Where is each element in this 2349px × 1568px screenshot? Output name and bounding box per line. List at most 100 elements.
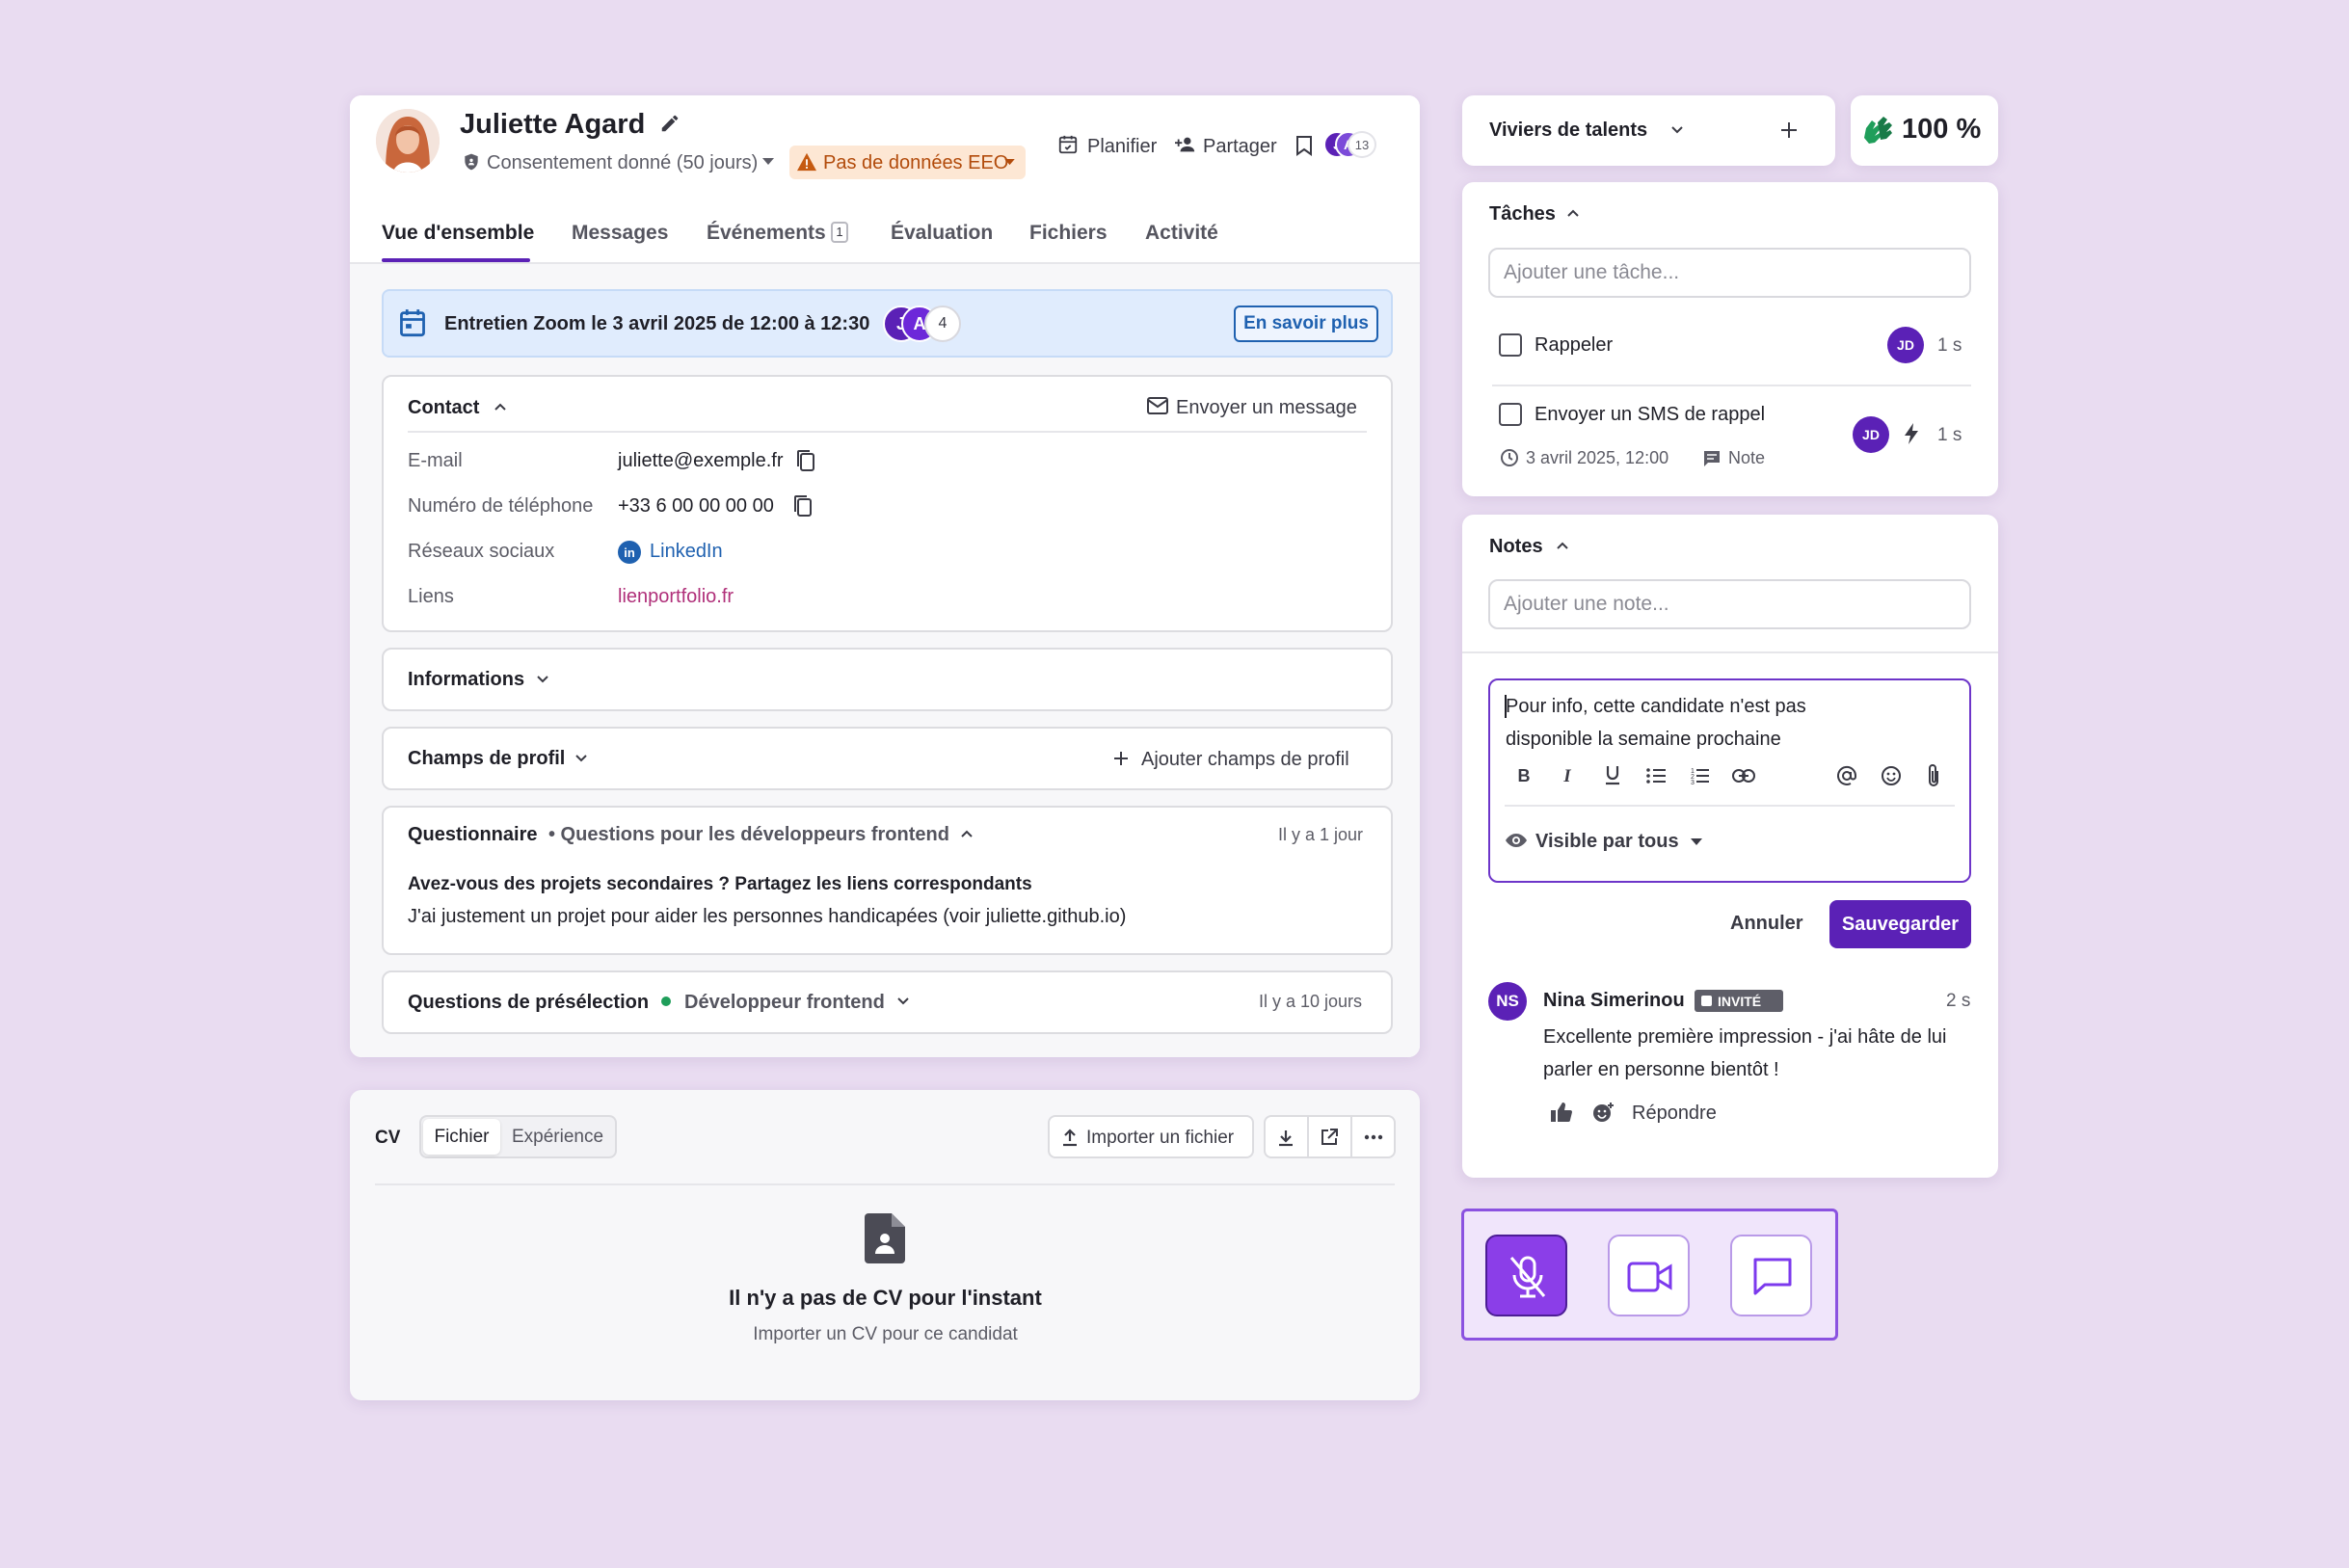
- tab-messages[interactable]: Messages: [572, 222, 668, 245]
- note-draft-line1: Pour info, cette candidate n'est pas: [1506, 696, 1806, 717]
- italic-icon[interactable]: I: [1559, 766, 1576, 785]
- document-icon: [865, 1213, 905, 1263]
- tab-activity[interactable]: Activité: [1145, 222, 1218, 245]
- pencil-icon[interactable]: [659, 113, 681, 134]
- add-note-input[interactable]: Ajouter une note...: [1488, 579, 1971, 629]
- portfolio-link[interactable]: lienportfolio.fr: [618, 587, 734, 606]
- eye-icon: [1505, 833, 1528, 848]
- add-reaction-icon[interactable]: [1592, 1102, 1615, 1123]
- note-draft-line2: disponible la semaine prochaine: [1506, 729, 1781, 750]
- cancel-button[interactable]: Annuler: [1730, 914, 1803, 933]
- video-button[interactable]: [1608, 1235, 1690, 1316]
- bookmark-icon[interactable]: [1295, 135, 1313, 156]
- caret-down-icon: [762, 158, 774, 166]
- copy-icon[interactable]: [796, 449, 815, 472]
- email-value[interactable]: juliette@exemple.fr: [618, 451, 783, 470]
- task-assignee-avatar: JD: [1853, 416, 1889, 453]
- visibility-dropdown[interactable]: Visible par tous: [1505, 829, 1717, 854]
- tab-overview[interactable]: Vue d'ensemble: [382, 222, 534, 245]
- download-icon[interactable]: [1277, 1128, 1295, 1147]
- more-icon[interactable]: [1364, 1134, 1383, 1140]
- tab-events[interactable]: Événements: [707, 222, 826, 245]
- chevron-up-icon[interactable]: [959, 826, 974, 841]
- contact-title[interactable]: Contact: [408, 398, 479, 417]
- paperclip-icon[interactable]: [1926, 763, 1941, 788]
- person-add-icon: [1174, 134, 1197, 155]
- chevron-down-icon[interactable]: [1669, 122, 1685, 138]
- import-file-button[interactable]: Importer un fichier: [1048, 1115, 1254, 1158]
- upload-icon: [1061, 1128, 1079, 1147]
- mic-off-icon: [1507, 1254, 1549, 1300]
- consent-label: Consentement donné (50 jours): [487, 152, 759, 173]
- hands-icon: [1862, 115, 1897, 146]
- chevron-down-icon: [535, 672, 550, 687]
- banner-text: Entretien Zoom le 3 avril 2025 de 12:00 …: [444, 313, 870, 334]
- tab-files[interactable]: Fichiers: [1029, 222, 1108, 245]
- svg-text:3: 3: [1691, 780, 1695, 785]
- bold-icon[interactable]: B: [1515, 766, 1533, 785]
- save-button[interactable]: Sauvegarder: [1829, 900, 1971, 948]
- share-label: Partager: [1203, 136, 1277, 157]
- underline-icon[interactable]: [1603, 764, 1622, 785]
- at-icon[interactable]: [1836, 765, 1857, 786]
- linkedin-link[interactable]: LinkedIn: [650, 542, 723, 561]
- comment-line2: parler en personne bientôt !: [1543, 1059, 1779, 1080]
- send-message-button[interactable]: Envoyer un message: [1147, 395, 1369, 420]
- thumbs-up-icon[interactable]: [1550, 1102, 1573, 1123]
- chevron-up-icon[interactable]: [493, 399, 508, 414]
- guest-icon: [1701, 996, 1712, 1006]
- emoji-icon[interactable]: [1881, 765, 1902, 786]
- link-icon[interactable]: [1732, 769, 1755, 783]
- tab-file[interactable]: Fichier: [423, 1119, 500, 1155]
- viewer-count: 13: [1348, 131, 1376, 158]
- screening-role: Développeur frontend: [684, 992, 885, 1013]
- answer-text: J'ai justement un projet pour aider les …: [408, 906, 1127, 927]
- add-task-input[interactable]: Ajouter une tâche...: [1488, 248, 1971, 298]
- schedule-label: Planifier: [1087, 136, 1158, 157]
- email-label: E-mail: [408, 450, 463, 471]
- chat-button[interactable]: [1730, 1235, 1812, 1316]
- viewers-stack[interactable]: J A 13: [1323, 131, 1381, 160]
- phone-value[interactable]: +33 6 00 00 00 00: [618, 496, 774, 516]
- task-checkbox[interactable]: [1499, 333, 1522, 357]
- send-message-label: Envoyer un message: [1176, 397, 1357, 418]
- chevron-up-icon[interactable]: [1565, 205, 1581, 221]
- chevron-up-icon[interactable]: [1555, 538, 1570, 553]
- learn-more-button[interactable]: En savoir plus: [1234, 306, 1378, 342]
- plus-icon[interactable]: [1779, 120, 1799, 140]
- task-checkbox[interactable]: [1499, 403, 1522, 426]
- candidate-name: Juliette Agard: [460, 109, 646, 140]
- add-profile-fields-button[interactable]: Ajouter champs de profil: [1112, 746, 1363, 771]
- questionnaire-title[interactable]: Questionnaire: [408, 825, 537, 844]
- svg-text:I: I: [1562, 766, 1571, 785]
- tasks-title[interactable]: Tâches: [1489, 204, 1556, 224]
- share-button[interactable]: Partager: [1174, 132, 1282, 161]
- mail-icon: [1147, 397, 1168, 414]
- eeo-badge[interactable]: Pas de données EEO: [789, 146, 1026, 179]
- consent-dropdown[interactable]: Consentement donné (50 jours): [460, 150, 778, 175]
- ordered-list-icon[interactable]: 123: [1689, 766, 1710, 785]
- add-task-placeholder: Ajouter une tâche...: [1504, 261, 1680, 283]
- notes-title[interactable]: Notes: [1489, 537, 1543, 556]
- bolt-icon: [1903, 422, 1920, 445]
- task-date: 3 avril 2025, 12:00: [1526, 448, 1669, 467]
- copy-icon[interactable]: [793, 494, 813, 518]
- reply-button[interactable]: Répondre: [1632, 1103, 1717, 1123]
- interview-banner: Entretien Zoom le 3 avril 2025 de 12:00 …: [382, 289, 1393, 358]
- mute-button[interactable]: [1485, 1235, 1567, 1316]
- guest-badge-label: INVITÉ: [1718, 994, 1762, 1009]
- svg-text:in: in: [624, 545, 635, 560]
- questionnaire-subtitle[interactable]: • Questions pour les développeurs fronte…: [548, 825, 949, 844]
- informations-section[interactable]: [382, 648, 1393, 711]
- screening-time: Il y a 10 jours: [1259, 992, 1363, 1011]
- tab-evaluation[interactable]: Évaluation: [891, 222, 993, 245]
- talent-pools-label[interactable]: Viviers de talents: [1489, 120, 1647, 140]
- task-note-label[interactable]: Note: [1728, 449, 1765, 466]
- tab-experience[interactable]: Expérience: [512, 1119, 613, 1155]
- schedule-button[interactable]: Planifier: [1057, 132, 1165, 161]
- add-profile-fields-label: Ajouter champs de profil: [1141, 749, 1349, 770]
- external-icon[interactable]: [1320, 1128, 1339, 1147]
- cv-segmented: Fichier Expérience: [419, 1115, 617, 1158]
- clock-icon: [1500, 448, 1519, 467]
- list-icon[interactable]: [1645, 767, 1667, 784]
